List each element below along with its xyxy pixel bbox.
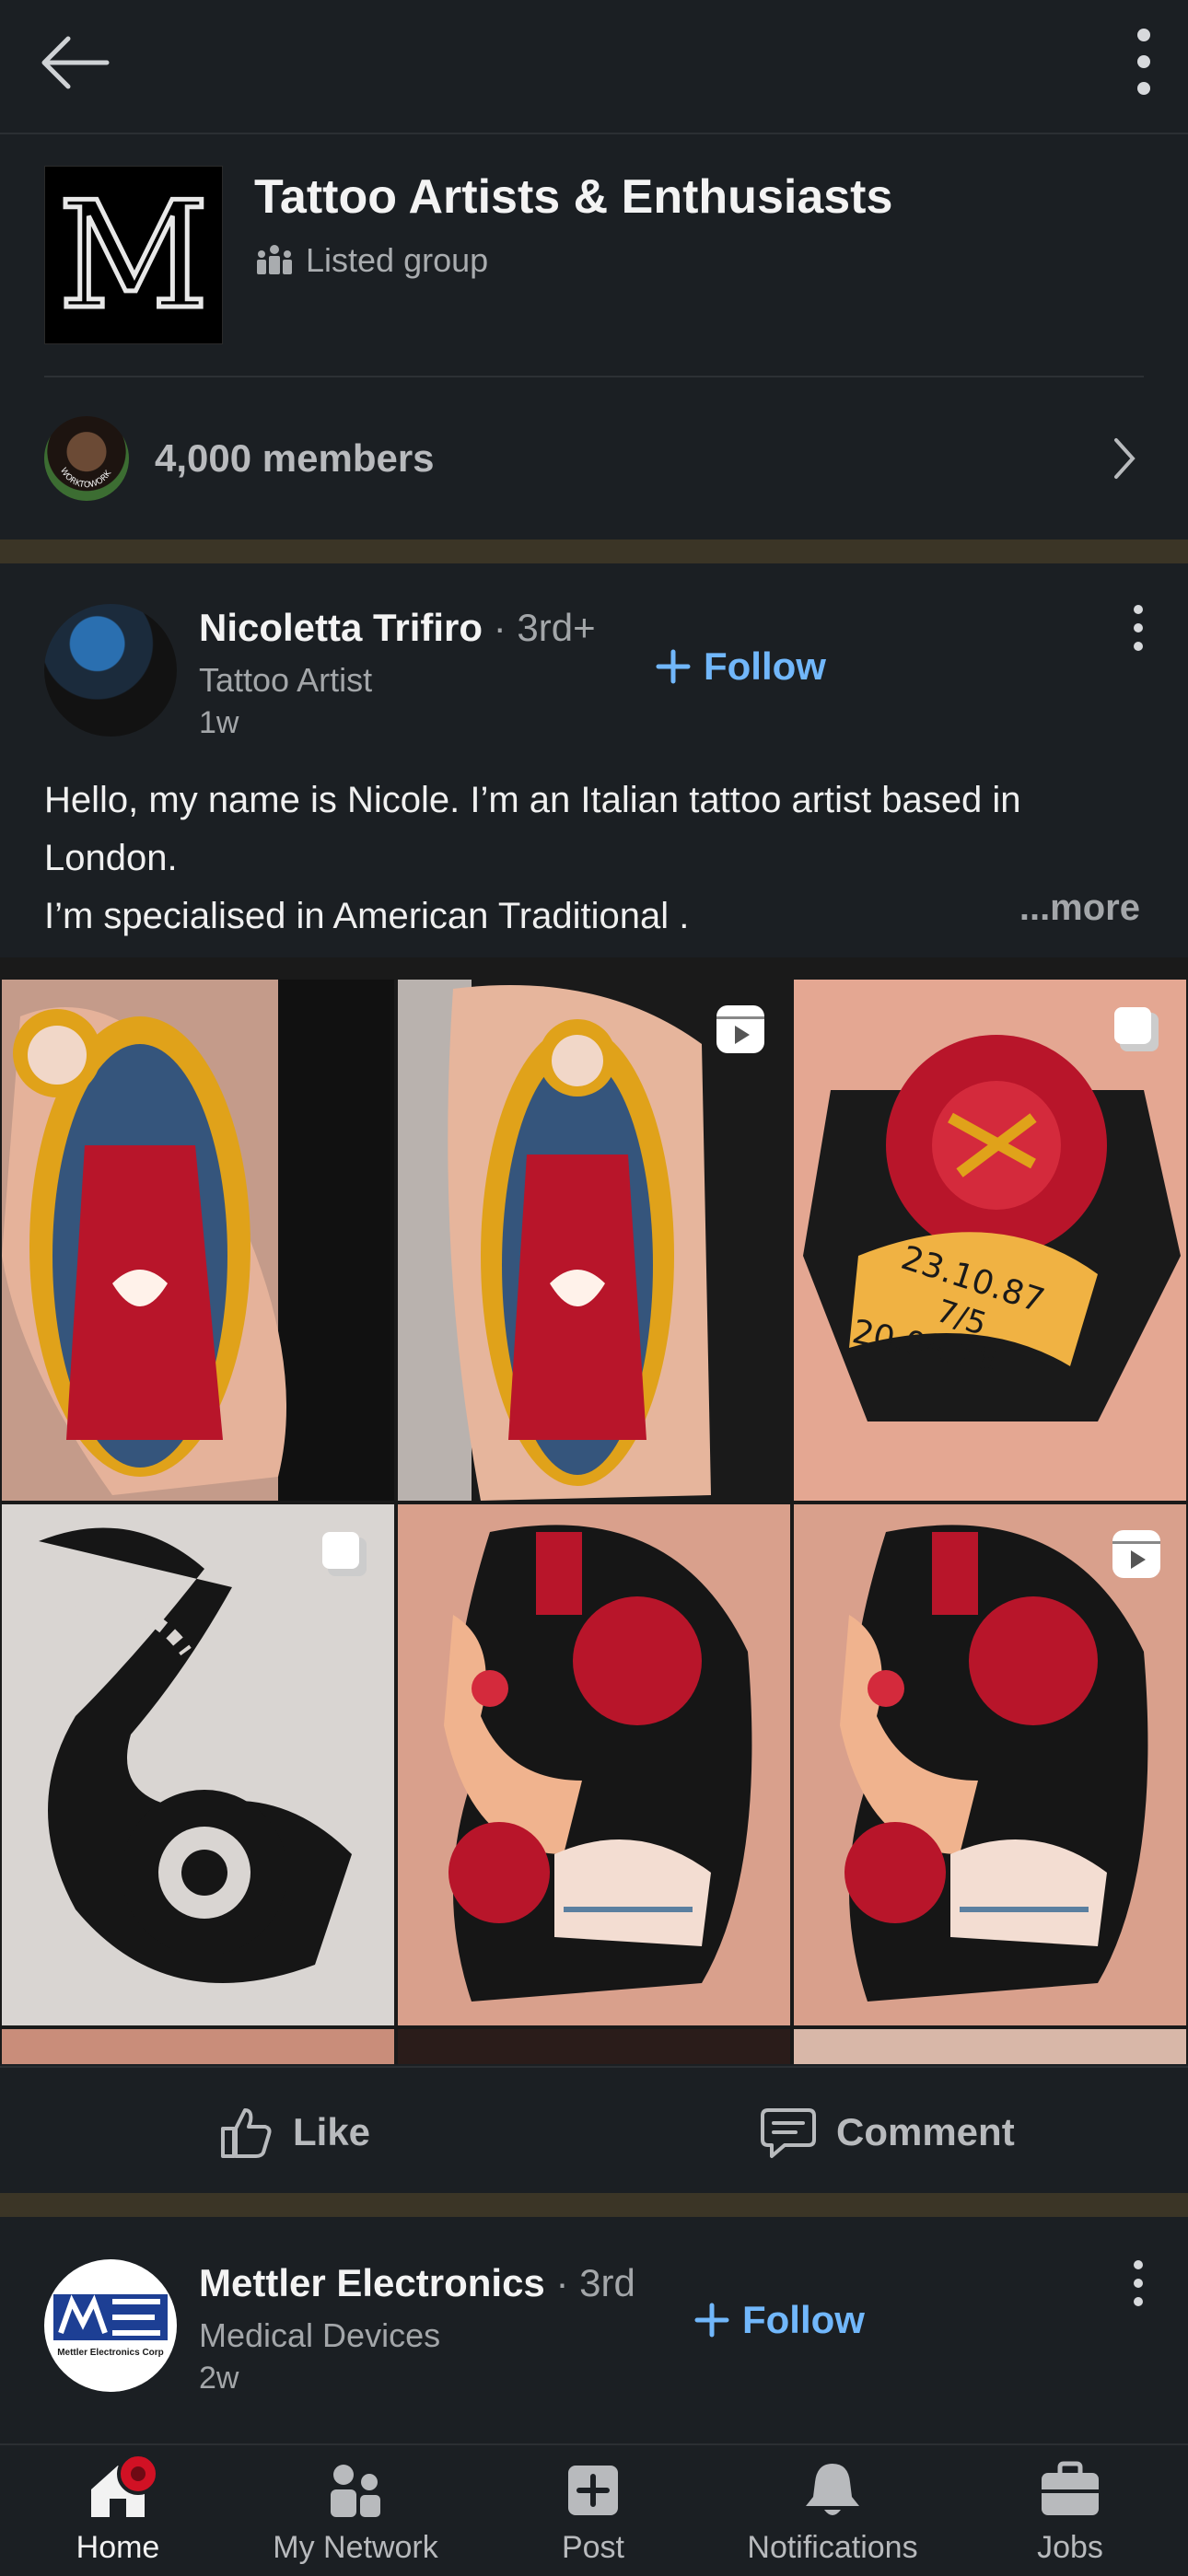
image-tile[interactable]: 23.10.87 7/5 20.08.16 <box>794 980 1186 1501</box>
like-button[interactable]: Like <box>219 2105 370 2160</box>
members-count: 4,000 members <box>155 436 435 480</box>
notification-badge <box>117 2453 159 2495</box>
image-tile[interactable] <box>2 980 394 1501</box>
divider <box>44 376 1144 377</box>
image-tile[interactable] <box>398 980 790 1501</box>
bottom-nav: Home My Network Post Notifications Jobs <box>0 2443 1188 2576</box>
comment-icon <box>761 2108 816 2158</box>
follow-button[interactable]: Follow <box>656 644 826 689</box>
post-menu-icon[interactable] <box>1122 600 1155 656</box>
arrow-left-icon[interactable] <box>37 33 111 92</box>
svg-text:M: M <box>58 169 209 342</box>
author-headline: Tattoo Artist <box>199 661 373 699</box>
post-icon <box>561 2458 625 2523</box>
follow-button[interactable]: Follow <box>694 2298 865 2342</box>
carousel-icon <box>1114 1007 1159 1051</box>
post-time: 2w <box>199 2361 239 2396</box>
svg-text:WORKTOWORK: WORKTOWORK <box>58 467 114 491</box>
image-tile[interactable] <box>398 1504 790 2025</box>
image-tile[interactable] <box>794 1504 1186 2025</box>
nav-notifications[interactable]: Notifications <box>722 2458 943 2566</box>
plus-icon <box>656 649 691 684</box>
see-more-link[interactable]: ...more <box>1019 888 1140 929</box>
author-name[interactable]: Mettler Electronics · 3rd <box>199 2261 635 2305</box>
post-text: Hello, my name is Nicole. I’m an Italian… <box>44 780 1021 936</box>
nav-my-network[interactable]: My Network <box>245 2458 466 2566</box>
chevron-right-icon <box>1114 438 1136 479</box>
home-icon <box>86 2453 159 2523</box>
briefcase-icon <box>1038 2458 1102 2523</box>
author-name[interactable]: Nicoletta Trifiro · 3rd+ <box>199 606 596 650</box>
author-headline: Medical Devices <box>199 2316 441 2354</box>
carousel-icon <box>322 1532 367 1576</box>
more-vertical-icon[interactable] <box>1122 22 1166 101</box>
members-row[interactable]: WORKTOWORK 4,000 members <box>44 411 1144 506</box>
network-icon <box>323 2458 388 2523</box>
comment-button[interactable]: Comment <box>759 2105 1015 2160</box>
post-time: 1w <box>199 705 239 740</box>
group-visibility: Listed group <box>256 241 488 280</box>
group-title: Tattoo Artists & Enthusiasts <box>254 170 893 224</box>
reel-icon <box>716 1005 764 1053</box>
image-grid: 23.10.87 7/5 20.08.16 <box>0 957 1188 2064</box>
nav-jobs[interactable]: Jobs <box>960 2458 1181 2566</box>
top-bar <box>0 0 1188 134</box>
post-actions: Like Comment <box>0 2066 1188 2197</box>
reel-icon <box>1112 1530 1160 1578</box>
post-menu-icon[interactable] <box>1122 2256 1155 2311</box>
plus-icon <box>694 2303 729 2338</box>
company-logo[interactable]: Mettler Electronics Corp <box>44 2259 177 2392</box>
section-separator <box>0 2193 1188 2217</box>
thumbs-up-icon <box>221 2108 272 2158</box>
image-tile[interactable] <box>398 2029 790 2064</box>
author-avatar[interactable] <box>44 604 177 737</box>
image-tile[interactable] <box>2 1504 394 2025</box>
image-tile[interactable] <box>794 2029 1186 2064</box>
section-separator <box>0 540 1188 563</box>
nav-post[interactable]: Post <box>483 2458 704 2566</box>
nav-home[interactable]: Home <box>7 2453 228 2566</box>
group-logo: M <box>44 166 223 344</box>
member-avatar: WORKTOWORK <box>44 416 129 501</box>
svg-text:Mettler Electronics Corp: Mettler Electronics Corp <box>57 2348 164 2358</box>
bell-icon <box>800 2458 865 2523</box>
image-tile[interactable] <box>2 2029 394 2064</box>
people-icon <box>257 245 292 274</box>
